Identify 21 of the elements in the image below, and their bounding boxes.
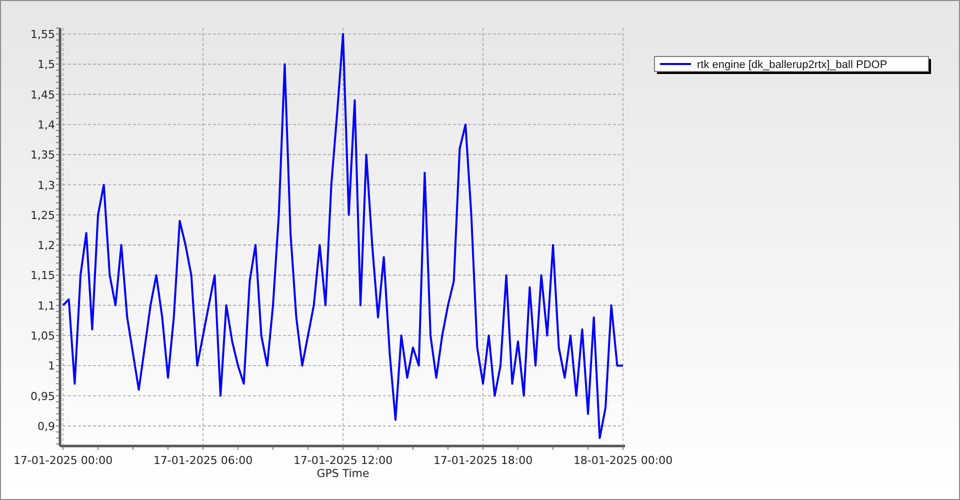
x-tick-label: 17-01-2025 00:00 [13,454,113,467]
x-tick-label: 17-01-2025 06:00 [153,454,253,467]
axis-title: GPS Time [316,467,370,480]
y-tick-label: 1,35 [30,148,55,162]
y-tick-label: 1,1 [38,299,55,312]
x-tick-label: 18-01-2025 00:00 [573,454,673,467]
x-tick-label: 17-01-2025 18:00 [433,454,533,467]
y-tick-label: 1,55 [30,28,55,42]
y-tick-label: 1,15 [30,269,55,282]
y-tick-label: 0,95 [30,390,55,403]
y-tick-label: 1,3 [38,178,55,192]
y-tick-label: 1,25 [30,208,55,222]
y-tick-label: 1,5 [38,58,55,72]
y-tick-label: 0,9 [38,420,55,433]
y-tick-label: 1 [48,360,55,373]
y-tick-label: 1,45 [30,88,55,102]
x-tick-label: 17-01-2025 12:00 [293,454,393,467]
y-tick-label: 1,05 [30,329,55,342]
legend-label: rtk engine [dk_ballerup2rtx]_ball PDOP [697,59,888,71]
y-tick-label: 1,2 [38,239,55,252]
y-tick-label: 1,4 [38,118,55,132]
